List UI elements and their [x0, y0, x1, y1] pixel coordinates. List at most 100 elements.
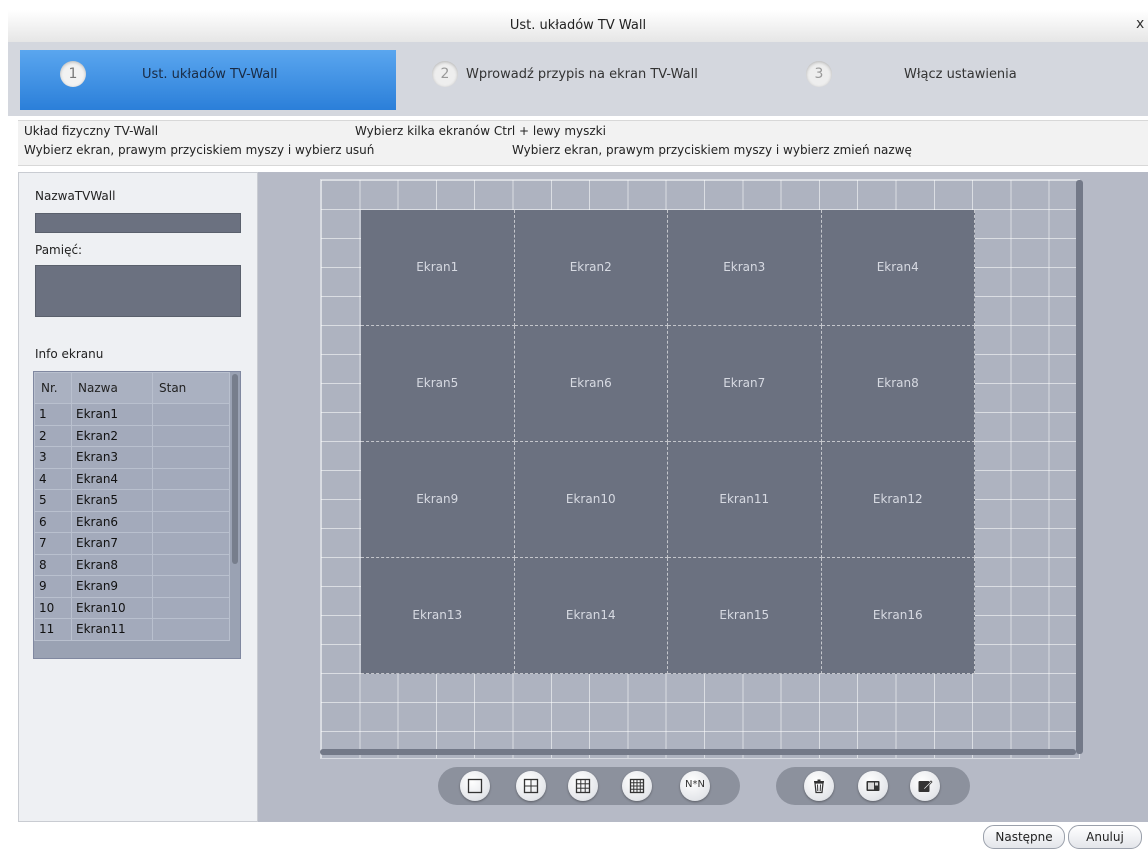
wall-screen[interactable]: Ekran13: [361, 558, 515, 674]
layout-2x2-button[interactable]: [516, 771, 546, 801]
wall-screen[interactable]: Ekran8: [821, 326, 975, 442]
cell-status: [152, 553, 230, 576]
cancel-button[interactable]: Anuluj: [1068, 825, 1142, 849]
cell-name: Ekran3: [71, 446, 153, 469]
wall-screen-label: Ekran15: [719, 608, 770, 622]
tvwall-canvas-area: Ekran1 Ekran2 Ekran3 Ekran4 Ekran5 Ekran6 Ekra…: [258, 172, 1148, 822]
table-row[interactable]: 3 Ekran3: [34, 446, 230, 469]
cell-nr: 7: [34, 532, 72, 555]
cell-status: [152, 489, 230, 512]
layout-toolbar: N*N: [438, 767, 740, 805]
wall-screen[interactable]: Ekran1: [361, 210, 515, 326]
table-row[interactable]: 9 Ekran9: [34, 575, 230, 598]
cell-status: [152, 575, 230, 598]
screen-icon: [866, 781, 880, 791]
layout-3x3-icon: [575, 778, 591, 794]
vertical-scrollbar[interactable]: [1076, 180, 1083, 754]
step-1[interactable]: 1 Ust. układów TV-Wall: [20, 50, 396, 110]
wall-screen[interactable]: Ekran6: [514, 326, 668, 442]
wall-screen-label: Ekran13: [412, 608, 463, 622]
table-row[interactable]: 4 Ekran4: [34, 467, 230, 490]
screen-info-table: Nr. Nazwa Stan 1 Ekran1 2 Ekran2 3 Ekran3 4 Ekr…: [33, 371, 241, 659]
wall-screen[interactable]: Ekran4: [821, 210, 975, 326]
cell-name: Ekran11: [71, 618, 153, 641]
trash-icon: [814, 779, 824, 794]
memory-label: Pamięć:: [35, 243, 83, 257]
cell-status: [152, 403, 230, 426]
wall-screen[interactable]: Ekran15: [668, 558, 822, 674]
wall-screen[interactable]: Ekran10: [514, 442, 668, 558]
table-row[interactable]: 6 Ekran6: [34, 510, 230, 533]
wall-screen-label: Ekran12: [872, 492, 923, 506]
step-number: 1: [60, 61, 86, 87]
step-3[interactable]: 3 Włącz ustawienia: [770, 50, 1148, 110]
layout-1x1-icon: [467, 778, 483, 794]
tvwall-name-input[interactable]: [35, 213, 241, 233]
wall-screen[interactable]: Ekran3: [668, 210, 822, 326]
wall-screen[interactable]: Ekran11: [668, 442, 822, 558]
layout-2x2-icon: [523, 778, 539, 794]
wall-screen-label: Ekran6: [569, 376, 612, 390]
table-row[interactable]: 2 Ekran2: [34, 424, 230, 447]
layout-4x4-icon: [629, 778, 645, 794]
table-scrollbar[interactable]: [232, 374, 238, 564]
wall-screen[interactable]: Ekran7: [668, 326, 822, 442]
layout-1x1-button[interactable]: [460, 771, 490, 801]
memory-field[interactable]: [35, 265, 241, 317]
cell-status: [152, 596, 230, 619]
wall-screen-label: Ekran1: [416, 260, 459, 274]
screen-grid: Ekran1 Ekran2 Ekran3 Ekran4 Ekran5 Ekran6 Ekra…: [361, 210, 975, 674]
left-panel: NazwaTVWall Pamięć: Info ekranu Nr. Nazw…: [18, 172, 258, 822]
wall-screen[interactable]: Ekran14: [514, 558, 668, 674]
screen-button[interactable]: [858, 771, 888, 801]
table-row[interactable]: 10 Ekran10: [34, 596, 230, 619]
wall-screen[interactable]: Ekran5: [361, 326, 515, 442]
edit-icon: [918, 780, 933, 792]
cell-name: Ekran8: [71, 553, 153, 576]
close-icon[interactable]: x: [1136, 16, 1148, 32]
wall-screen[interactable]: Ekran16: [821, 558, 975, 674]
wall-screen-label: Ekran3: [723, 260, 766, 274]
title-bar: Ust. układów TV Wall x: [8, 10, 1148, 43]
layout-3x3-button[interactable]: [568, 771, 598, 801]
cell-nr: 10: [34, 596, 72, 619]
table-row[interactable]: 1 Ekran1: [34, 403, 230, 426]
cell-nr: 8: [34, 553, 72, 576]
next-button[interactable]: Następne: [983, 825, 1065, 849]
table-row[interactable]: 11 Ekran11: [34, 618, 230, 641]
wall-screen[interactable]: Ekran9: [361, 442, 515, 558]
layout-4x4-button[interactable]: [622, 771, 652, 801]
table-row[interactable]: 8 Ekran8: [34, 553, 230, 576]
wall-screen-label: Ekran10: [565, 492, 616, 506]
wizard-steps: 1 Ust. układów TV-Wall 2 Wprowadź przypi…: [8, 42, 1148, 116]
cell-nr: 2: [34, 424, 72, 447]
delete-button[interactable]: [804, 771, 834, 801]
step-number: 2: [432, 61, 458, 87]
wall-screen[interactable]: Ekran12: [821, 442, 975, 558]
table-row[interactable]: 7 Ekran7: [34, 532, 230, 555]
cell-name: Ekran6: [71, 510, 153, 533]
table-row[interactable]: 5 Ekran5: [34, 489, 230, 512]
tvwall-grid[interactable]: Ekran1 Ekran2 Ekran3 Ekran4 Ekran5 Ekran6 Ekra…: [320, 179, 1080, 759]
window-title: Ust. układów TV Wall: [509, 18, 647, 33]
name-label: NazwaTVWall: [35, 189, 116, 203]
wall-screen[interactable]: Ekran2: [514, 210, 668, 326]
column-header-nr[interactable]: Nr.: [34, 372, 72, 404]
column-header-name[interactable]: Nazwa: [71, 372, 153, 404]
step-label: Ust. układów TV-Wall: [142, 67, 278, 82]
cell-status: [152, 618, 230, 641]
column-header-status[interactable]: Stan: [152, 372, 230, 404]
cell-status: [152, 532, 230, 555]
edit-toolbar: [776, 767, 970, 805]
layout-nxn-button[interactable]: N*N: [680, 771, 710, 801]
wall-screen-label: Ekran4: [876, 260, 919, 274]
cell-status: [152, 424, 230, 447]
wall-screen-label: Ekran5: [416, 376, 459, 390]
wall-screen-label: Ekran14: [565, 608, 616, 622]
step-2[interactable]: 2 Wprowadź przypis na ekran TV-Wall: [396, 50, 770, 110]
horizontal-scrollbar[interactable]: [320, 749, 1076, 755]
cell-nr: 4: [34, 467, 72, 490]
hint-rename: Wybierz ekran, prawym przyciskiem myszy …: [512, 143, 912, 157]
cell-nr: 5: [34, 489, 72, 512]
rename-button[interactable]: [910, 771, 940, 801]
